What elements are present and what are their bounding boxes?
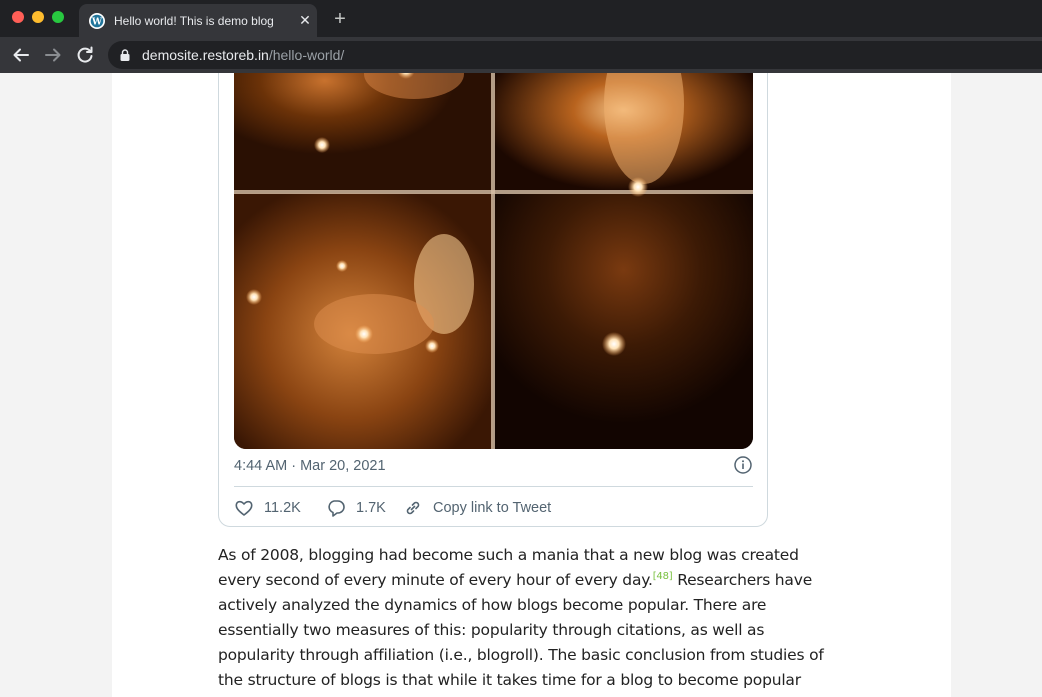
reply-count: 1.7K [356, 500, 386, 516]
link-icon [406, 501, 420, 515]
copy-link-button[interactable]: Copy link to Tweet [403, 498, 551, 518]
wordpress-icon: W [89, 12, 105, 29]
address-bar[interactable]: demosite.restoreb.in/hello-world/ [108, 41, 1042, 69]
tweet-divider [234, 486, 753, 487]
like-button[interactable]: 11.2K [234, 498, 301, 518]
close-tab-icon[interactable]: ✕ [298, 12, 312, 29]
copy-link-label: Copy link to Tweet [433, 500, 552, 516]
embedded-tweet: 4:44 AM · Mar 20, 2021 11.2K 1.7K Copy l… [218, 73, 768, 527]
tweet-timestamp[interactable]: 4:44 AM · Mar 20, 2021 [234, 458, 386, 474]
back-arrow-icon[interactable] [10, 44, 32, 66]
tweet-image[interactable] [234, 73, 753, 449]
url-path: /hello-world/ [268, 47, 345, 63]
tab-title: Hello world! This is demo blog [114, 13, 274, 28]
paragraph-text-rest: Researchers have actively analyzed the d… [218, 571, 824, 697]
nebula-image [234, 73, 753, 449]
info-icon[interactable] [734, 456, 752, 474]
browser-tab-bar: W Hello world! This is demo blog ✕ + [0, 0, 1042, 37]
citation-link[interactable]: [48] [653, 571, 673, 582]
minimize-window-button[interactable] [32, 11, 44, 23]
reply-button[interactable]: 1.7K [326, 498, 386, 518]
maximize-window-button[interactable] [52, 11, 64, 23]
browser-tab[interactable]: W Hello world! This is demo blog ✕ [79, 4, 317, 37]
speech-bubble-icon [328, 500, 345, 517]
url-host: demosite.restoreb.in [142, 47, 269, 63]
reload-icon[interactable] [74, 44, 96, 66]
heart-icon [235, 500, 253, 516]
article-paragraph: As of 2008, blogging had become such a m… [218, 543, 838, 697]
close-window-button[interactable] [12, 11, 24, 23]
svg-text:W: W [91, 17, 103, 27]
browser-toolbar: demosite.restoreb.in/hello-world/ [0, 37, 1042, 73]
like-count: 11.2K [264, 500, 301, 516]
forward-arrow-icon[interactable] [42, 44, 64, 66]
content-column: 4:44 AM · Mar 20, 2021 11.2K 1.7K Copy l… [112, 73, 951, 697]
new-tab-button[interactable]: + [330, 8, 350, 30]
web-page: 4:44 AM · Mar 20, 2021 11.2K 1.7K Copy l… [0, 73, 1042, 697]
lock-icon [120, 49, 130, 61]
